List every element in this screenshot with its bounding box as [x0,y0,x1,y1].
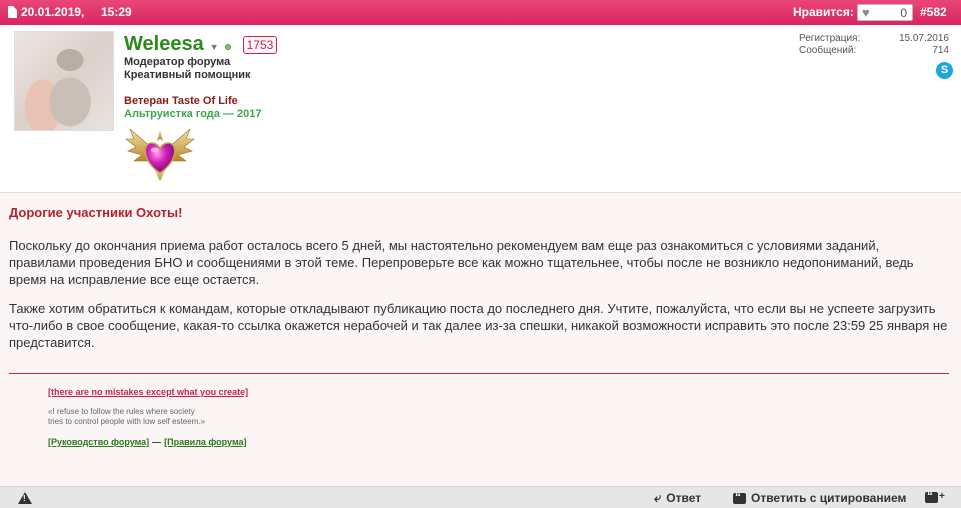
forum-rules-link[interactable]: [Правила форума] [164,437,246,447]
user-role-secondary: Креативный помощник [124,69,251,81]
multi-quote-button[interactable]: + [925,489,945,503]
quote-label: Ответить с цитированием [751,491,907,505]
username-row: Weleesa ▼ 1753 [124,33,278,56]
user-info: Weleesa ▼ 1753 Модератор форума Креативн… [0,25,961,192]
reply-with-quote-button[interactable]: Ответить с цитированием [733,490,907,505]
message-paragraph: Поскольку до окончания приема работ оста… [9,238,914,287]
post-date: 20.01.2019, [8,5,84,19]
messages-value: 714 [932,45,949,56]
online-status-icon [224,43,231,50]
signature-quote: «I refuse to follow the rules where soci… [48,407,205,427]
chevron-down-icon[interactable]: ▼ [210,42,219,52]
signature-quote-line: «I refuse to follow the rules where soci… [48,407,195,416]
signature-quote-line: tries to control people with low self es… [48,417,205,426]
multi-quote-icon [925,489,938,503]
message-heading: Дорогие участники Охоты! [9,205,183,220]
signature-link[interactable]: [there are no mistakes except what you c… [48,387,248,397]
registered-value: 15.07.2016 [898,33,949,44]
message-body: Дорогие участники Охоты! Поскольку до ок… [0,192,961,486]
messages-label: Сообщений: [799,45,857,56]
reply-arrow-icon: ⤶ [654,490,662,505]
user-stats: Регистрация: 15.07.2016 Сообщений: 714 [799,33,949,57]
post-footer: ⤶ Ответ Ответить с цитированием + [0,486,961,508]
heart-icon[interactable]: ♥ [862,6,870,20]
likes-count: 0 [900,6,907,20]
reputation-badge[interactable]: 1753 [242,35,278,54]
quote-icon [733,490,746,504]
user-title-veteran: Ветеран Taste Of Life [124,95,238,107]
user-title-award: Альтруистка года — 2017 [124,108,262,120]
reply-button[interactable]: ⤶ Ответ [654,491,701,505]
skype-icon[interactable]: S [936,62,953,79]
post-header: 20.01.2019, 15:29 Нравится: ♥ 0 #582 [0,0,961,25]
winged-heart-icon [125,128,195,181]
likes-label: Нравится: [793,5,854,19]
reply-label: Ответ [666,491,702,505]
registered-label: Регистрация: [799,33,861,44]
message-paragraph: Также хотим обратиться к командам, котор… [9,301,948,350]
user-role-primary: Модератор форума [124,56,231,68]
report-warning-icon[interactable] [18,492,32,504]
document-icon [8,6,17,18]
separator: — [152,437,162,447]
signature-divider [9,373,949,374]
plus-icon: + [939,491,945,502]
username-link[interactable]: Weleesa [124,33,204,56]
avatar[interactable] [14,31,114,131]
post-number-link[interactable]: #582 [920,5,947,19]
post-time: 15:29 [101,5,132,19]
like-button[interactable]: ♥ 0 [857,4,913,21]
forum-guide-link[interactable]: [Руководство форума] [48,437,149,447]
signature-links: [Руководство форума] — [Правила форума] [48,437,247,447]
post-date-text: 20.01.2019, [21,5,85,19]
